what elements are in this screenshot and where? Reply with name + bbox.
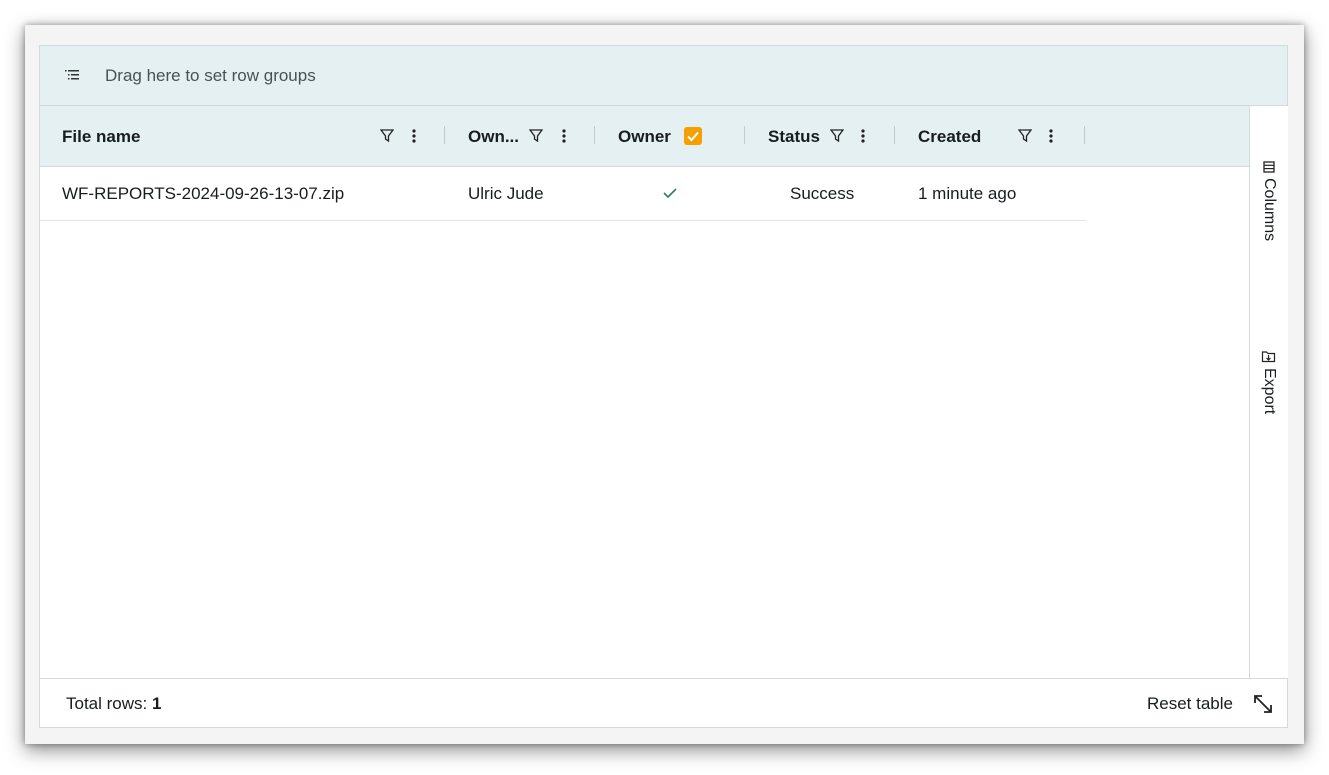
- cell-owner-name: Ulric Jude: [468, 184, 544, 203]
- check-icon: [663, 188, 677, 199]
- column-header-label: File name: [62, 127, 141, 146]
- row-group-panel[interactable]: Drag here to set row groups: [40, 46, 1287, 106]
- kebab-menu-icon[interactable]: [856, 128, 870, 144]
- row-group-placeholder: Drag here to set row groups: [105, 66, 316, 85]
- expand-diagonal-icon[interactable]: [1252, 693, 1274, 715]
- column-resize-handle[interactable]: [1084, 126, 1085, 144]
- data-grid: Drag here to set row groups File name Ow…: [39, 45, 1288, 728]
- cell-file-name: WF-REPORTS-2024-09-26-13-07.zip: [62, 184, 345, 203]
- export-tool-label: Export: [1261, 368, 1278, 415]
- column-resize-handle[interactable]: [594, 126, 595, 144]
- app-frame: Drag here to set row groups File name Ow…: [25, 25, 1304, 744]
- columns-icon: [1263, 161, 1275, 173]
- kebab-menu-icon[interactable]: [1044, 128, 1058, 144]
- column-header-created[interactable]: Created: [896, 106, 1084, 166]
- total-rows-label: Total rows:: [66, 694, 148, 713]
- columns-tool-label: Columns: [1261, 178, 1278, 242]
- column-resize-handle[interactable]: [894, 126, 895, 144]
- total-rows-value: 1: [151, 694, 162, 713]
- kebab-menu-icon[interactable]: [407, 128, 421, 144]
- column-header-row: File name Own... Owner Status Created: [40, 106, 1249, 167]
- row-group-icon: [65, 70, 79, 80]
- export-icon: [1261, 351, 1276, 363]
- cell-created: 1 minute ago: [918, 184, 1017, 203]
- column-header-owner[interactable]: Owner: [596, 106, 744, 166]
- filter-icon[interactable]: [830, 128, 844, 144]
- column-header-file-name[interactable]: File name: [40, 106, 446, 166]
- columns-tool-button[interactable]: Columns: [1258, 161, 1280, 251]
- status-bar: Total rows: 1 Reset table: [40, 678, 1287, 727]
- reset-table-button[interactable]: Reset table: [1147, 694, 1233, 714]
- filter-icon[interactable]: [529, 128, 543, 144]
- column-header-status[interactable]: Status: [746, 106, 894, 166]
- total-rows: Total rows: 1: [66, 694, 161, 714]
- side-bar: Columns Export: [1249, 106, 1288, 678]
- kebab-menu-icon[interactable]: [557, 128, 571, 144]
- column-header-label: Created: [918, 127, 982, 146]
- column-resize-handle[interactable]: [744, 126, 745, 144]
- column-header-label: Owner: [618, 127, 671, 146]
- checkbox-checked-icon[interactable]: [684, 127, 702, 145]
- column-header-owner-name[interactable]: Own...: [446, 106, 594, 166]
- table-row[interactable]: WF-REPORTS-2024-09-26-13-07.zip Ulric Ju…: [40, 167, 1086, 221]
- export-tool-button[interactable]: Export: [1258, 349, 1280, 429]
- column-header-label: Status: [768, 127, 820, 146]
- column-resize-handle[interactable]: [444, 126, 445, 144]
- column-header-label: Own...: [468, 127, 519, 146]
- cell-status: Success: [790, 184, 855, 203]
- filter-icon[interactable]: [380, 128, 394, 144]
- filter-icon[interactable]: [1018, 128, 1032, 144]
